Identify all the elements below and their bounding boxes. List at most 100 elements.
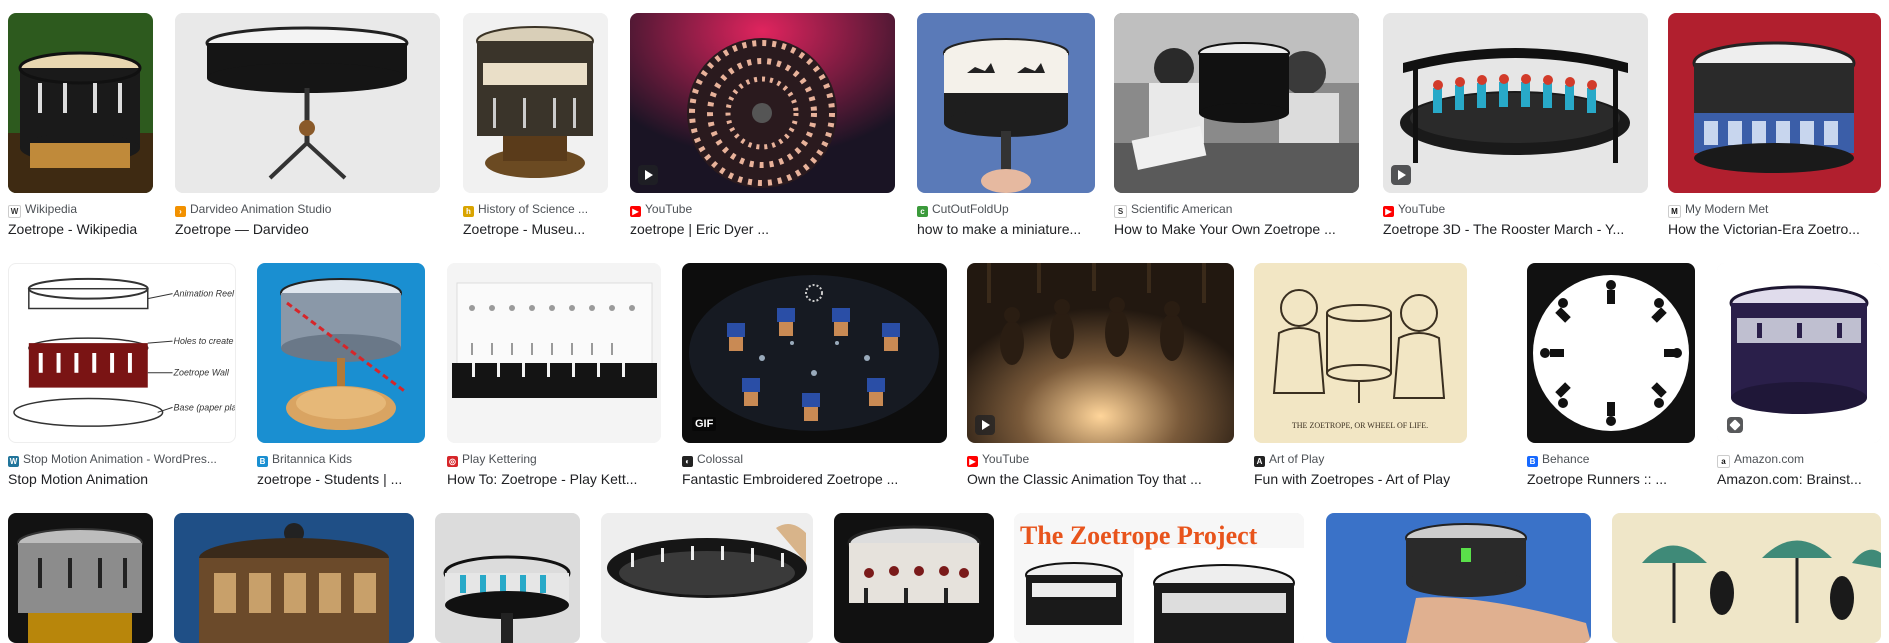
result-thumbnail[interactable]: [8, 513, 153, 643]
result-source[interactable]: W Wikipedia: [8, 202, 153, 218]
result-source[interactable]: ▶ YouTube: [1383, 202, 1648, 217]
result-source[interactable]: › Darvideo Animation Studio: [175, 202, 440, 217]
result-card-14[interactable]: THE ZOETROPE, OR WHEEL OF LIFE. A Art of …: [1254, 263, 1467, 493]
result-thumbnail[interactable]: The Zoetrope Project: [1014, 513, 1304, 643]
result-thumbnail[interactable]: [1668, 13, 1881, 193]
result-thumbnail[interactable]: [1717, 263, 1881, 443]
result-card-17[interactable]: [8, 513, 153, 643]
result-title[interactable]: How to Make Your Own Zoetrope ...: [1114, 220, 1359, 238]
result-source[interactable]: a Amazon.com: [1717, 452, 1881, 468]
result-thumbnail[interactable]: Animation Reel Holes to create strobe e …: [8, 263, 236, 443]
youtube-icon: ▶: [1383, 206, 1394, 217]
result-card-13[interactable]: ▶ YouTube Own the Classic Animation Toy t…: [967, 263, 1234, 493]
result-thumbnail[interactable]: [257, 263, 425, 443]
result-card-2[interactable]: › Darvideo Animation Studio Zoetrope — Da…: [175, 13, 440, 243]
result-thumbnail[interactable]: [1383, 13, 1648, 193]
result-card-9[interactable]: Animation Reel Holes to create strobe e …: [8, 263, 236, 493]
result-card-19[interactable]: [435, 513, 580, 643]
sketch-label-wall: Zoetrope Wall: [173, 368, 230, 378]
result-card-7[interactable]: ▶ YouTube Zoetrope 3D - The Rooster March…: [1383, 13, 1648, 243]
result-card-1[interactable]: W Wikipedia Zoetrope - Wikipedia: [8, 13, 153, 243]
result-title[interactable]: how to make a miniature...: [917, 220, 1095, 238]
result-card-8[interactable]: M My Modern Met How the Victorian-Era Zoe…: [1668, 13, 1881, 243]
result-source[interactable]: A Art of Play: [1254, 452, 1467, 467]
result-title[interactable]: zoetrope - Students | ...: [257, 470, 425, 488]
result-source[interactable]: ◐ Colossal: [682, 452, 947, 467]
result-source[interactable]: W Stop Motion Animation - WordPres...: [8, 452, 236, 467]
cutoutfoldup-icon: c: [917, 206, 928, 217]
behance-icon: B: [1527, 456, 1538, 467]
result-title[interactable]: Own the Classic Animation Toy that ...: [967, 470, 1234, 488]
result-thumbnail[interactable]: GIF: [682, 263, 947, 443]
result-thumbnail[interactable]: [601, 513, 813, 643]
result-title[interactable]: Stop Motion Animation: [8, 470, 236, 488]
result-title[interactable]: How To: Zoetrope - Play Kett...: [447, 470, 661, 488]
result-title[interactable]: Zoetrope — Darvideo: [175, 220, 440, 238]
colossal-icon: ◐: [682, 456, 693, 467]
result-title[interactable]: Fantastic Embroidered Zoetrope ...: [682, 470, 947, 488]
zoetrope-project-banner: The Zoetrope Project: [1020, 521, 1258, 550]
result-title[interactable]: Zoetrope - Wikipedia: [8, 220, 153, 238]
result-source[interactable]: h History of Science ...: [463, 202, 608, 217]
result-card-22[interactable]: The Zoetrope Project: [1014, 513, 1304, 643]
result-source[interactable]: ▶ YouTube: [630, 202, 895, 217]
darvideo-icon: ›: [175, 206, 186, 217]
result-source[interactable]: ▶ YouTube: [967, 452, 1234, 467]
result-thumbnail[interactable]: [174, 513, 414, 643]
result-source[interactable]: ◎ Play Kettering: [447, 452, 661, 467]
result-title[interactable]: Fun with Zoetropes - Art of Play: [1254, 470, 1467, 488]
result-card-21[interactable]: [834, 513, 994, 643]
history-of-science-icon: h: [463, 206, 474, 217]
result-thumbnail[interactable]: [834, 513, 994, 643]
wordpress-icon: W: [8, 456, 19, 467]
result-title[interactable]: Zoetrope 3D - The Rooster March - Y...: [1383, 220, 1648, 238]
result-source[interactable]: c CutOutFoldUp: [917, 202, 1095, 217]
youtube-icon: ▶: [967, 456, 978, 467]
result-thumbnail[interactable]: [447, 263, 661, 443]
wikipedia-icon: W: [8, 205, 21, 218]
result-thumbnail[interactable]: [1326, 513, 1591, 643]
result-thumbnail[interactable]: [1114, 13, 1359, 193]
result-card-18[interactable]: [174, 513, 414, 643]
result-source[interactable]: B Behance: [1527, 452, 1695, 467]
result-card-5[interactable]: c CutOutFoldUp how to make a miniature...: [917, 13, 1095, 243]
result-card-16[interactable]: a Amazon.com Amazon.com: Brainst...: [1717, 263, 1881, 493]
play-kettering-icon: ◎: [447, 456, 458, 467]
video-play-icon: [638, 165, 658, 185]
result-card-6[interactable]: S Scientific American How to Make Your Ow…: [1114, 13, 1359, 243]
result-thumbnail[interactable]: [8, 13, 153, 193]
result-title[interactable]: Zoetrope Runners :: ...: [1527, 470, 1695, 488]
result-card-3[interactable]: h History of Science ... Zoetrope - Museu…: [463, 13, 608, 243]
my-modern-met-icon: M: [1668, 205, 1681, 218]
result-thumbnail[interactable]: [463, 13, 608, 193]
result-card-12[interactable]: GIF ◐ Colossal Fantastic Embroidered Zoet…: [682, 263, 947, 493]
result-thumbnail[interactable]: [917, 13, 1095, 193]
result-card-24[interactable]: [1612, 513, 1881, 643]
result-title[interactable]: zoetrope | Eric Dyer ...: [630, 220, 895, 238]
result-thumbnail[interactable]: [967, 263, 1234, 443]
result-card-11[interactable]: ◎ Play Kettering How To: Zoetrope - Play …: [447, 263, 661, 493]
result-card-20[interactable]: [601, 513, 813, 643]
result-title[interactable]: How the Victorian-Era Zoetro...: [1668, 220, 1881, 238]
result-title[interactable]: Amazon.com: Brainst...: [1717, 470, 1881, 488]
result-thumbnail[interactable]: [175, 13, 440, 193]
result-card-4[interactable]: ▶ YouTube zoetrope | Eric Dyer ...: [630, 13, 895, 243]
result-thumbnail[interactable]: THE ZOETROPE, OR WHEEL OF LIFE.: [1254, 263, 1467, 443]
result-thumbnail[interactable]: [1612, 513, 1881, 643]
result-thumbnail[interactable]: [630, 13, 895, 193]
result-source[interactable]: S Scientific American: [1114, 202, 1359, 218]
result-card-15[interactable]: B Behance Zoetrope Runners :: ...: [1527, 263, 1695, 493]
result-thumbnail[interactable]: [1527, 263, 1695, 443]
video-play-icon: [1391, 165, 1411, 185]
result-source[interactable]: M My Modern Met: [1668, 202, 1881, 218]
result-card-10[interactable]: B Britannica Kids zoetrope - Students | .…: [257, 263, 425, 493]
result-title[interactable]: Zoetrope - Museu...: [463, 220, 608, 238]
result-source[interactable]: B Britannica Kids: [257, 452, 425, 467]
britannica-icon: B: [257, 456, 268, 467]
video-play-icon: [975, 415, 995, 435]
amazon-icon: a: [1717, 455, 1730, 468]
scientific-american-icon: S: [1114, 205, 1127, 218]
sketch-label-animation-reel: Animation Reel: [173, 289, 235, 299]
result-thumbnail[interactable]: [435, 513, 580, 643]
result-card-23[interactable]: [1326, 513, 1591, 643]
